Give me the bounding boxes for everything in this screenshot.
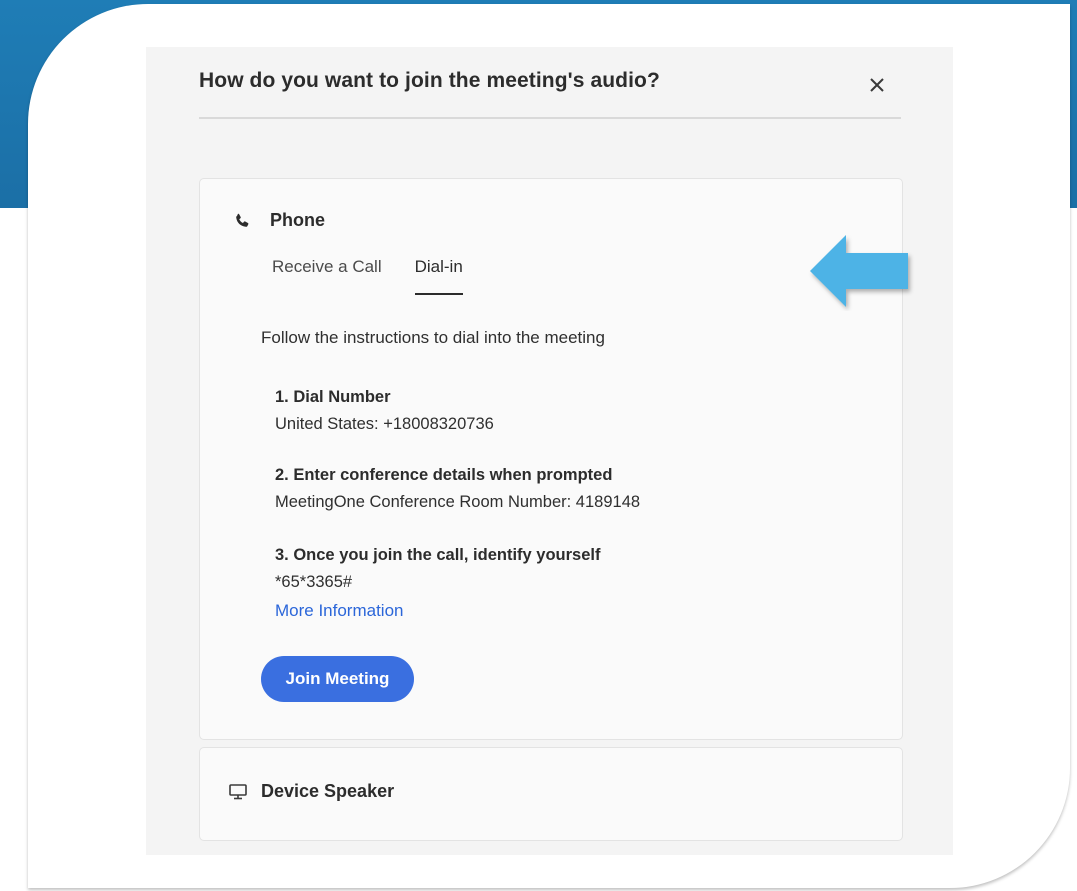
phone-method-tabs: Receive a Call Dial-in [272,257,496,299]
tab-receive-a-call[interactable]: Receive a Call [272,257,382,297]
step-title: 2. Enter conference details when prompte… [275,466,613,484]
dialog-header: How do you want to join the meeting's au… [199,47,901,119]
device-speaker-option[interactable]: Device Speaker [229,781,394,802]
step-detail: *65*3365# [275,573,353,591]
step-detail: MeetingOne Conference Room Number: 41891… [275,493,641,511]
dial-in-instructions: Follow the instructions to dial into the… [261,328,605,347]
step-identify-yourself: 3. Once you join the call, identify your… [275,543,601,597]
more-information-link[interactable]: More Information [275,601,404,621]
step-detail: United States: +18008320736 [275,415,494,433]
audio-join-dialog: How do you want to join the meeting's au… [146,47,953,855]
phone-option-panel: Phone Receive a Call Dial-in Follow the … [199,178,903,740]
phone-option-header[interactable]: Phone [233,210,325,231]
step-conference-details: 2. Enter conference details when prompte… [275,463,640,517]
device-speaker-label: Device Speaker [261,781,395,801]
dialog-title: How do you want to join the meeting's au… [199,69,660,92]
monitor-icon [229,783,247,799]
step-title: 3. Once you join the call, identify your… [275,546,601,564]
arrow-left-icon [810,235,908,307]
close-button[interactable] [867,75,887,95]
step-title: 1. Dial Number [275,388,391,406]
device-speaker-option-panel[interactable]: Device Speaker [199,747,903,841]
join-meeting-button[interactable]: Join Meeting [261,656,414,702]
phone-icon [236,213,249,227]
step-dial-number: 1. Dial Number United States: +180083207… [275,385,494,439]
tab-dial-in[interactable]: Dial-in [414,257,463,297]
phone-option-label: Phone [270,210,326,230]
close-icon [870,78,884,92]
